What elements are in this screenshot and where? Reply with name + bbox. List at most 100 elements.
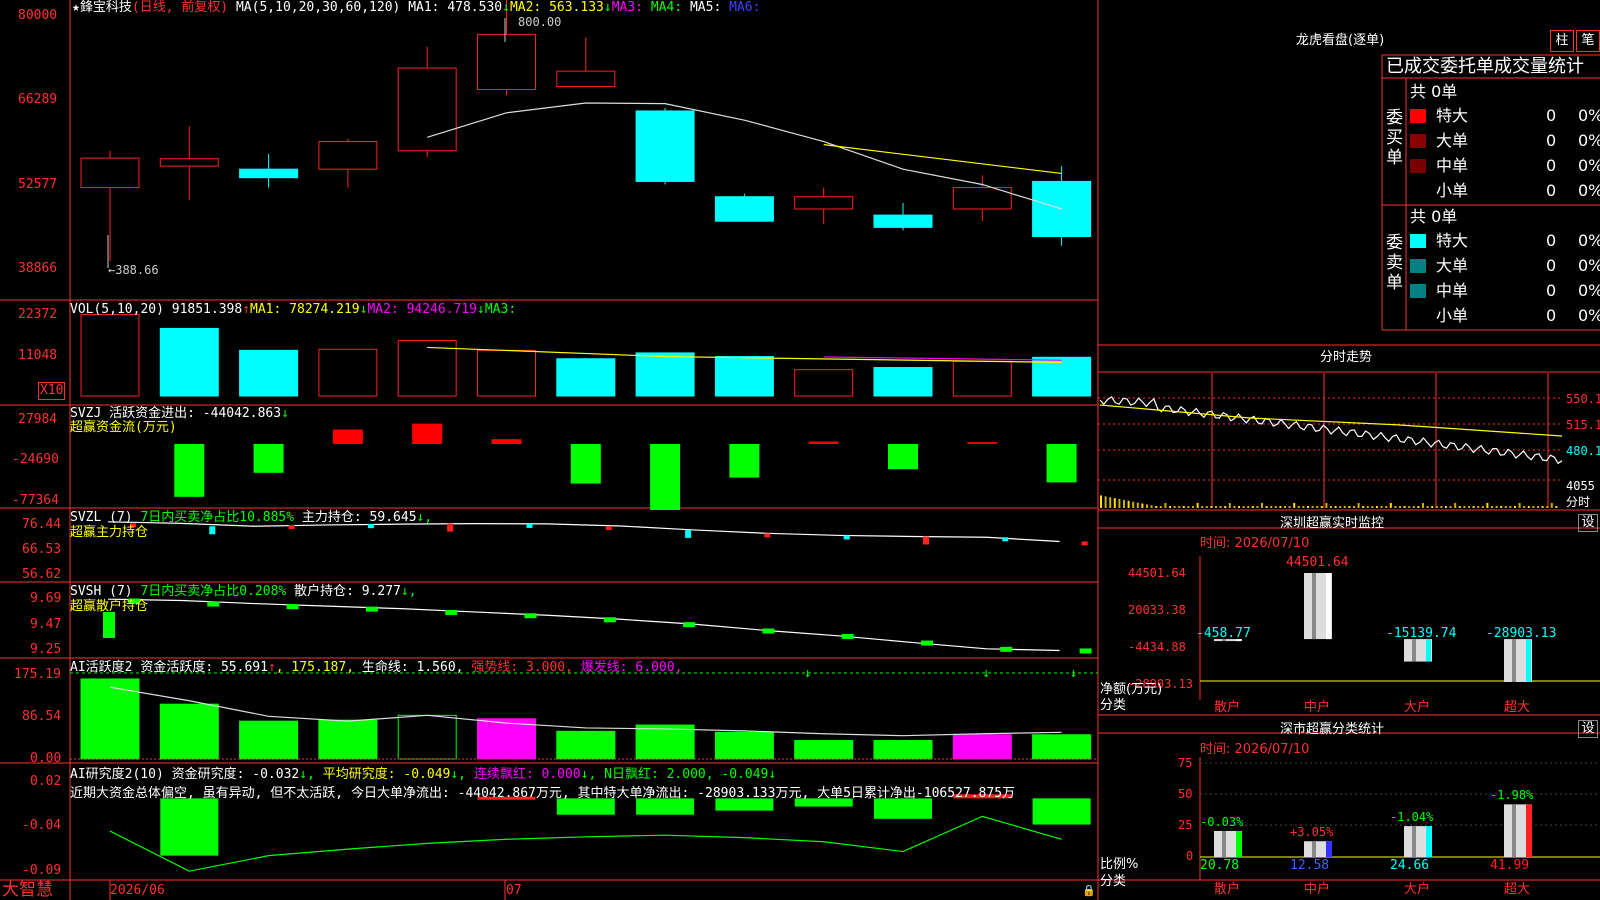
price-tick: 38866: [18, 261, 58, 276]
sz-bar-shade: [1312, 573, 1316, 640]
svzl-tick-mark: [843, 535, 850, 540]
svsh-bar: [524, 613, 537, 619]
volume-bar: [952, 360, 1012, 397]
app-logo[interactable]: 大智慧: [2, 880, 53, 900]
ai-research-b: 平均研究度: -0.049: [322, 767, 451, 782]
svzl-tick-mark: [209, 526, 216, 535]
vol-tick: 11048: [18, 348, 58, 363]
sz-settings-button[interactable]: 设: [1578, 514, 1598, 532]
candle-body: [80, 157, 140, 189]
intraday-vol-bar: [1463, 506, 1466, 508]
ai-research-tick: 0.02: [30, 774, 62, 789]
sz-tick: 44501.64: [1128, 566, 1186, 580]
order-count: 0: [1546, 306, 1557, 325]
intraday-vol-bar: [1357, 503, 1360, 508]
intraday-vol-bar: [1458, 506, 1461, 508]
svzl-label[interactable]: SVZL (7): [70, 510, 133, 525]
volume-bar: [159, 327, 219, 397]
intraday-vol-bar: [1201, 506, 1204, 508]
intraday-vol-bar: [1500, 506, 1503, 508]
favorite-star-icon[interactable]: ★: [72, 0, 80, 15]
intraday-vol-bar: [1504, 506, 1507, 508]
candle-body: [873, 214, 933, 228]
ai-active-bar: [318, 719, 378, 760]
ai-research-comment: 近期大资金总体偏空, 虽有异动, 但不太活跃, 今日大单净流出: -44042.…: [70, 786, 1016, 801]
lock-icon[interactable]: 🔒: [1082, 883, 1096, 899]
ai-research-c: 连续飘红: 0.000: [473, 767, 581, 782]
svsh-bar: [286, 604, 299, 610]
ai-research-d: N日飘红: 2.000, -0.049: [604, 767, 769, 782]
sc-settings-button[interactable]: 设: [1578, 720, 1598, 738]
sz-xlabel: 分类: [1100, 698, 1127, 713]
intraday-vol-bar: [1251, 506, 1254, 508]
order-pct: 0%: [1578, 181, 1600, 200]
vol-label[interactable]: VOL(5,10,20): [70, 302, 164, 317]
sc-bar-shade: [1412, 826, 1416, 857]
sc-stats-title: 深市超赢分类统计: [1280, 722, 1385, 737]
chart-canvas[interactable]: ↓ ↓ ↓: [0, 0, 1600, 900]
intraday-vol-bar: [1288, 506, 1291, 508]
stock-name[interactable]: 鋒宝科技: [80, 0, 132, 15]
intraday-vol-bar: [1445, 506, 1447, 508]
svzj-label[interactable]: SVZJ: [70, 406, 101, 421]
intraday-vol-bar: [1555, 506, 1558, 508]
order-pct: 0%: [1578, 106, 1600, 125]
vol-scale-badge[interactable]: X10: [38, 382, 66, 400]
candle-body: [239, 168, 299, 179]
sc-pct-label: +3.05%: [1290, 825, 1334, 840]
intraday-vol-bar: [1408, 506, 1411, 508]
svzl-pct: 7日内买卖净占比10.885%: [140, 510, 295, 525]
date-label-2: 07: [506, 883, 522, 898]
tick-mode-button[interactable]: 笔: [1576, 30, 1600, 52]
intraday-tab[interactable]: 分时: [1566, 494, 1590, 510]
intraday-vol-bar: [1265, 506, 1268, 508]
svsh-label[interactable]: SVSH (7): [70, 584, 133, 599]
svzl-tick-mark: [605, 525, 612, 530]
intraday-vol-tick: 4055: [1566, 479, 1595, 493]
intraday-vol-bar: [1146, 504, 1148, 508]
svzj-bar: [967, 442, 998, 444]
lhkp-title: 龙虎看盘(逐单): [1296, 33, 1385, 48]
intraday-vol-bar: [1343, 506, 1346, 508]
sc-tick: 0: [1186, 849, 1194, 863]
ma6-value: MA6:: [729, 0, 761, 15]
order-row: 特大 0 0%: [1410, 230, 1600, 252]
order-type: 特大: [1436, 106, 1469, 125]
stats-tab-title[interactable]: 已成交委托单成交量统计: [1386, 56, 1584, 78]
order-pct: 0%: [1578, 131, 1600, 150]
ai-active-label[interactable]: AI活跃度2: [70, 660, 132, 675]
svsh-bar: [921, 640, 933, 646]
period-mode[interactable]: (日线, 前复权): [132, 0, 228, 15]
intraday-vol-bar: [1320, 506, 1323, 508]
intraday-tick: 480.1: [1566, 444, 1600, 458]
sz-category-label: 超大: [1504, 700, 1531, 715]
sc-pct-label: -0.03%: [1200, 814, 1244, 829]
sc-pct-label: -1.98%: [1490, 788, 1534, 803]
svzj-bar: [412, 423, 443, 444]
arrow-down-icon: ↓: [804, 666, 812, 681]
intraday-vol-bar: [1215, 506, 1217, 508]
ai-research-tick: -0.09: [22, 863, 62, 878]
volume-bar: [318, 348, 378, 397]
ai-active-tick: 86.54: [22, 709, 62, 724]
svzj-bar: [174, 444, 205, 497]
intraday-vol-bar: [1371, 506, 1374, 508]
sc-time: 时间: 2026/07/10: [1200, 742, 1310, 757]
candle-body: [556, 70, 616, 87]
sz-category-label: 散户: [1214, 700, 1241, 715]
sz-bar-edge: [1326, 573, 1331, 640]
intraday-title[interactable]: 分时走势: [1320, 350, 1372, 366]
intraday-vol-bar: [1546, 506, 1549, 508]
sz-value-label: 44501.64: [1286, 555, 1349, 570]
svzl-header: SVZL (7) 7日内买卖净占比10.885% 主力持仓: 59.645↓,: [70, 510, 432, 526]
intraday-vol-bar: [1169, 506, 1171, 508]
candle-body: [794, 196, 854, 210]
ai-research-label[interactable]: AI研究度2(10): [70, 767, 164, 782]
order-type: 小单: [1436, 306, 1469, 325]
arrow-down-icon: ↓: [281, 406, 289, 421]
bar-mode-button[interactable]: 柱: [1550, 30, 1574, 52]
ai-active-b: , 175.187,: [275, 660, 355, 675]
arrow-down-icon: ↓: [603, 0, 612, 15]
high-price-label: 800.00: [518, 15, 562, 29]
intraday-vol-bar: [1380, 506, 1383, 508]
